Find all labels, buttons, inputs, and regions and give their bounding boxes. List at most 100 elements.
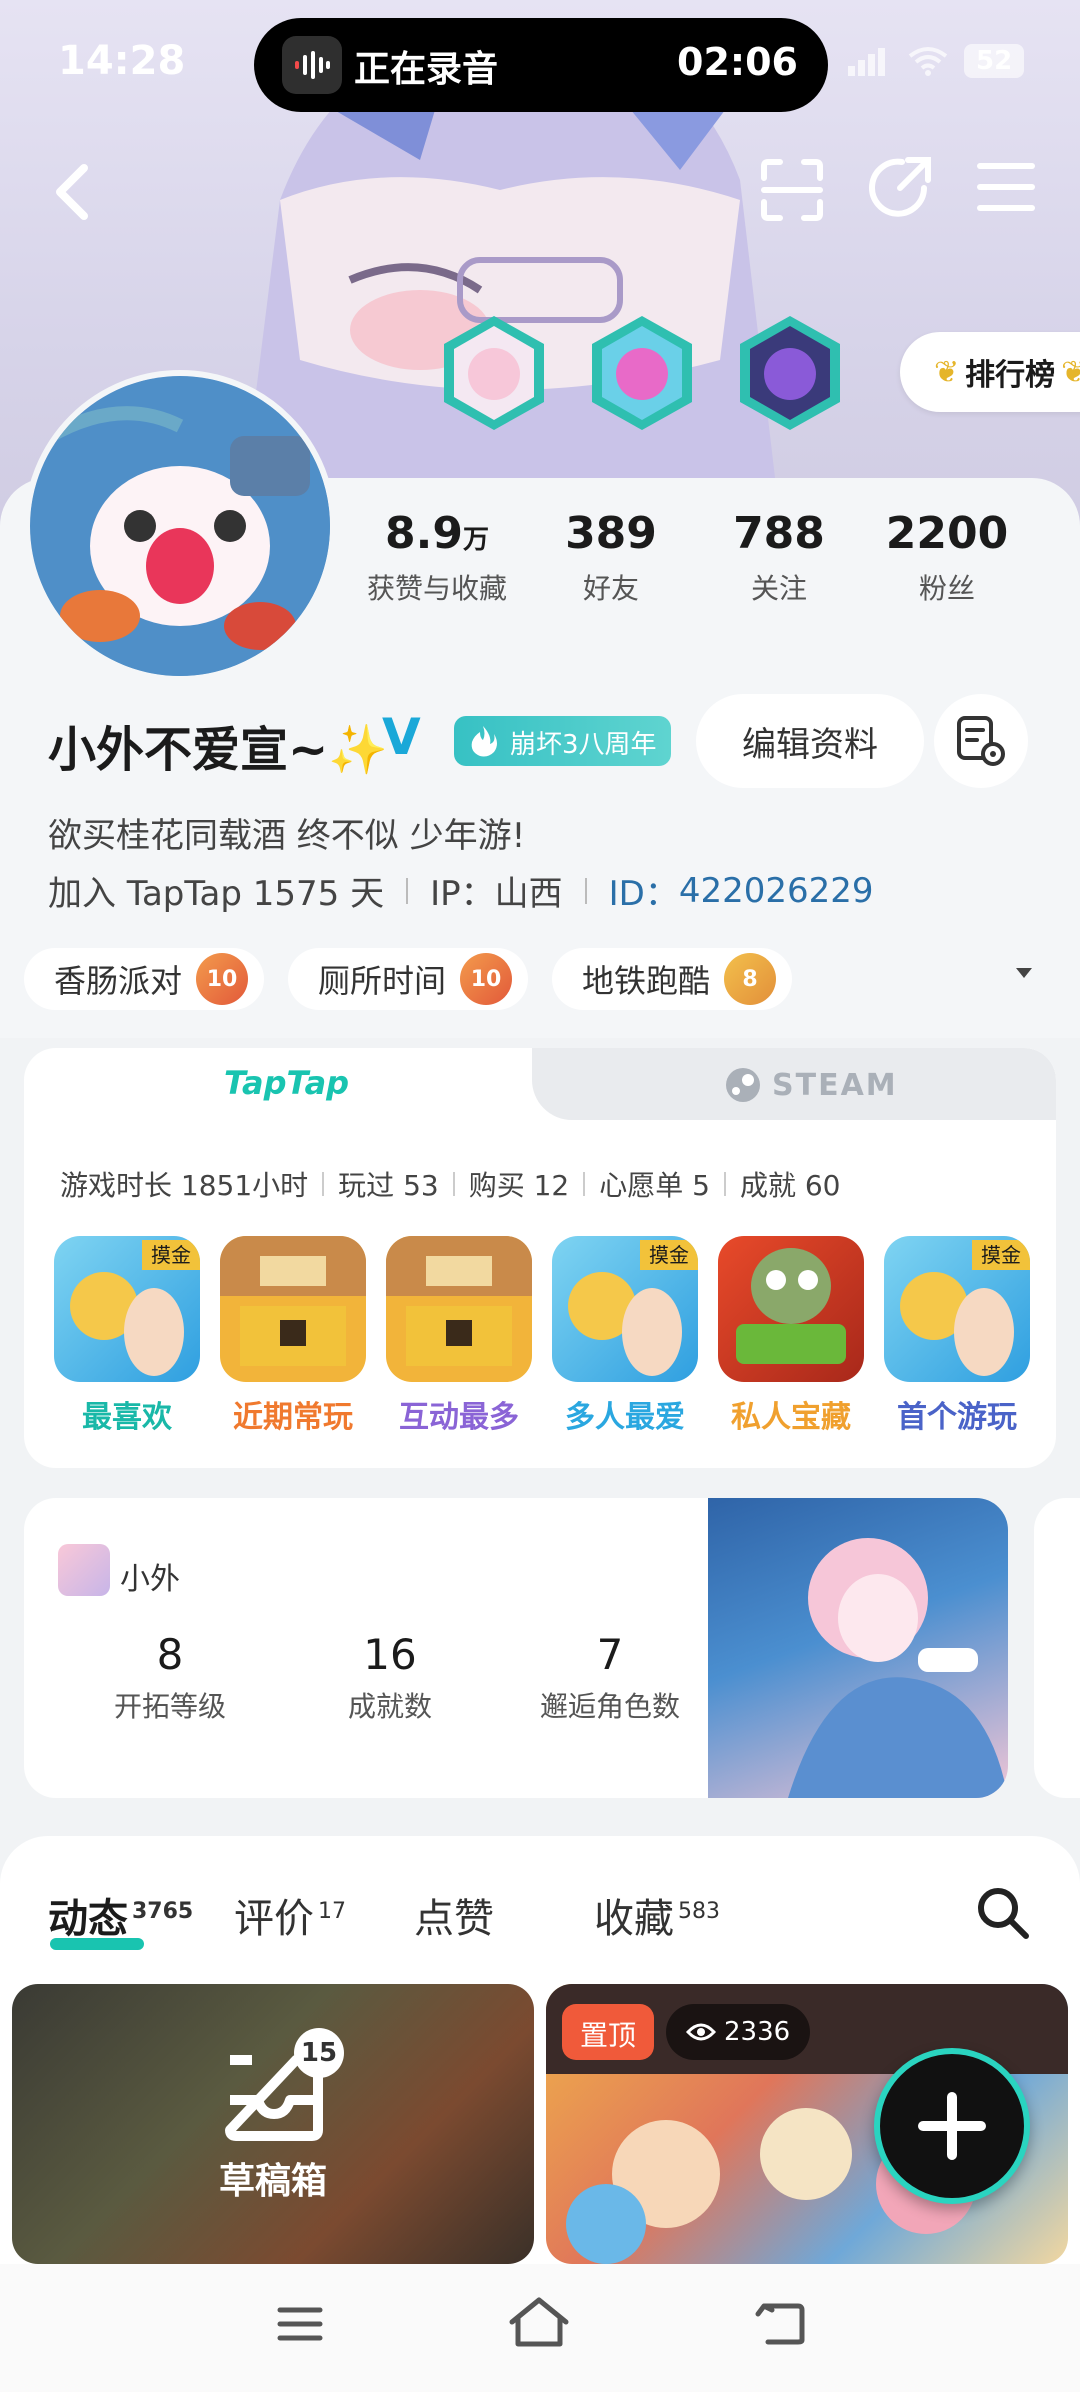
game-tag-3[interactable]: 地铁跑酷 8 bbox=[552, 948, 793, 1010]
stat-likes[interactable]: 8.9万 获赞与收藏 bbox=[352, 508, 522, 607]
game-avatar bbox=[58, 1544, 110, 1596]
game-level-badge: 10 bbox=[196, 953, 249, 1005]
game-icon-recent[interactable] bbox=[220, 1236, 366, 1382]
platform-stats-card: TapTap STEAM 游戏时长 1851小时 玩过 53 购买 12 心愿单… bbox=[24, 1048, 1056, 1468]
stat-value: 389 bbox=[565, 508, 657, 559]
game-level-badge: 8 bbox=[724, 953, 777, 1005]
divider bbox=[406, 877, 409, 904]
eye-icon bbox=[686, 2023, 716, 2041]
game-tag-2[interactable]: 厕所时间 10 bbox=[288, 948, 529, 1010]
draft-box-label: 草稿箱 bbox=[218, 2161, 327, 2202]
sausage-man-game-icon: 摸金 bbox=[70, 1240, 200, 1376]
view-count: 2336 bbox=[666, 2004, 811, 2060]
system-status-icons: 52 bbox=[848, 44, 1025, 78]
game-label-interaction: 互动最多 bbox=[399, 1400, 519, 1435]
user-id[interactable]: 422026229 bbox=[679, 871, 874, 911]
game-label-first: 首个游玩 bbox=[897, 1400, 1017, 1435]
trailblaze-level: 8 开拓等级 bbox=[80, 1630, 260, 1725]
game-tag-name: 厕所时间 bbox=[318, 962, 447, 1000]
microphone-waveform-icon bbox=[282, 36, 342, 94]
character-badge-2[interactable] bbox=[586, 312, 698, 434]
game-tag-1[interactable]: 香肠派对 10 bbox=[24, 948, 265, 1010]
flame-icon bbox=[471, 726, 497, 757]
stat-unit: 万 bbox=[462, 525, 489, 555]
game-icon-interaction[interactable] bbox=[386, 1236, 532, 1382]
edit-profile-button[interactable]: 编辑资料 bbox=[696, 694, 924, 788]
recent-apps-icon[interactable] bbox=[276, 2304, 324, 2344]
stat-followers[interactable]: 2200 粉丝 bbox=[862, 508, 1032, 607]
tab-posts[interactable]: 动态 3765 bbox=[48, 1886, 193, 1944]
game-badge: 摸金 bbox=[981, 1243, 1021, 1267]
achievement-count: 成就 60 bbox=[739, 1169, 841, 1202]
divider bbox=[322, 1172, 325, 1196]
toilet-time-game-icon bbox=[386, 1236, 532, 1366]
steam-logo-icon bbox=[726, 1068, 760, 1102]
anniversary-label: 崩坏3八周年 bbox=[510, 730, 657, 760]
game-label-treasure: 私人宝藏 bbox=[731, 1400, 851, 1435]
menu-icon[interactable] bbox=[976, 160, 1036, 214]
plants-vs-zombies-game-icon bbox=[736, 1248, 846, 1364]
wishlist-count: 心愿单 5 bbox=[599, 1169, 710, 1202]
character-badge-3[interactable] bbox=[734, 312, 846, 434]
tab-likes[interactable]: 点赞 bbox=[414, 1886, 494, 1944]
game-level-badge: 10 bbox=[460, 953, 513, 1005]
tab-reviews[interactable]: 评价 17 bbox=[234, 1886, 346, 1944]
game-icon-treasure[interactable] bbox=[718, 1236, 864, 1382]
ip-location: IP：山西 bbox=[430, 874, 563, 914]
tab-count: 583 bbox=[678, 1898, 720, 1924]
anniversary-badge[interactable]: 崩坏3八周年 bbox=[454, 716, 671, 766]
share-icon[interactable] bbox=[868, 154, 934, 220]
characters-stat: 7 邂逅角色数 bbox=[520, 1630, 700, 1725]
recording-indicator[interactable]: 正在录音 02:06 bbox=[254, 18, 828, 112]
chevron-down-icon[interactable] bbox=[1014, 966, 1034, 980]
tab-label: 评价 bbox=[234, 1896, 314, 1942]
ranking-button[interactable]: ❦ 排行榜 ❦ bbox=[900, 332, 1080, 412]
back-icon[interactable] bbox=[754, 2300, 806, 2346]
back-arrow-icon[interactable] bbox=[50, 160, 94, 224]
tab-label: 动态 bbox=[48, 1896, 128, 1942]
played-count: 玩过 53 bbox=[338, 1169, 439, 1202]
character-badge-1[interactable] bbox=[438, 312, 550, 434]
draft-box-card[interactable]: 15 草稿箱 bbox=[12, 1984, 534, 2264]
view-count-value: 2336 bbox=[724, 2017, 791, 2047]
laurel-right-icon: ❦ bbox=[1061, 354, 1080, 390]
game-icon-multiplayer[interactable]: 摸金 bbox=[552, 1236, 698, 1382]
stat-value: 8.9 bbox=[385, 508, 463, 559]
tab-steam[interactable]: STEAM bbox=[724, 1066, 898, 1104]
draft-count-badge: 15 bbox=[294, 2028, 344, 2078]
create-post-button[interactable] bbox=[874, 2048, 1030, 2204]
stat-value: 788 bbox=[733, 508, 825, 559]
stat-label: 成就数 bbox=[347, 1690, 432, 1723]
avatar[interactable] bbox=[24, 370, 336, 682]
game-label-favorite: 最喜欢 bbox=[82, 1400, 172, 1435]
next-game-card[interactable] bbox=[1034, 1498, 1080, 1798]
tab-count: 3765 bbox=[132, 1898, 194, 1924]
stat-label: 关注 bbox=[750, 572, 807, 605]
game-icon-first[interactable]: 摸金 bbox=[884, 1236, 1030, 1382]
stat-value: 7 bbox=[596, 1630, 624, 1679]
search-icon[interactable] bbox=[976, 1886, 1030, 1940]
steam-label: STEAM bbox=[772, 1067, 898, 1103]
active-tab-indicator bbox=[50, 1938, 144, 1950]
tab-favorites[interactable]: 收藏 583 bbox=[594, 1886, 720, 1944]
game-badge: 摸金 bbox=[649, 1243, 689, 1267]
game-label-recent: 近期常玩 bbox=[233, 1400, 353, 1435]
profile-meta: 加入 TapTap 1575 天 IP：山西 ID： 422026229 bbox=[48, 866, 874, 915]
plus-icon bbox=[918, 2092, 986, 2160]
tab-taptap[interactable]: TapTap bbox=[224, 1064, 349, 1102]
stat-label: 邂逅角色数 bbox=[539, 1690, 680, 1723]
scan-icon[interactable] bbox=[760, 158, 824, 222]
game-profile-card[interactable]: 小外 8 开拓等级 16 成就数 7 邂逅角色数 bbox=[24, 1498, 1008, 1798]
document-settings-icon bbox=[957, 716, 1005, 766]
tab-label: 点赞 bbox=[414, 1896, 494, 1942]
join-days: 加入 TapTap 1575 天 bbox=[48, 874, 385, 914]
game-icon-favorite[interactable]: 摸金 bbox=[54, 1236, 200, 1382]
sausage-man-game-icon: 摸金 bbox=[900, 1240, 1030, 1376]
game-badge: 摸金 bbox=[151, 1243, 191, 1267]
home-icon[interactable] bbox=[508, 2296, 570, 2348]
stat-friends[interactable]: 389 好友 bbox=[526, 508, 696, 607]
stat-following[interactable]: 788 关注 bbox=[694, 508, 864, 607]
bio: 欲买桂花同载酒 终不似 少年游! bbox=[48, 816, 526, 856]
profile-settings-button[interactable] bbox=[934, 694, 1028, 788]
game-label-multiplayer: 多人最爱 bbox=[565, 1400, 685, 1435]
